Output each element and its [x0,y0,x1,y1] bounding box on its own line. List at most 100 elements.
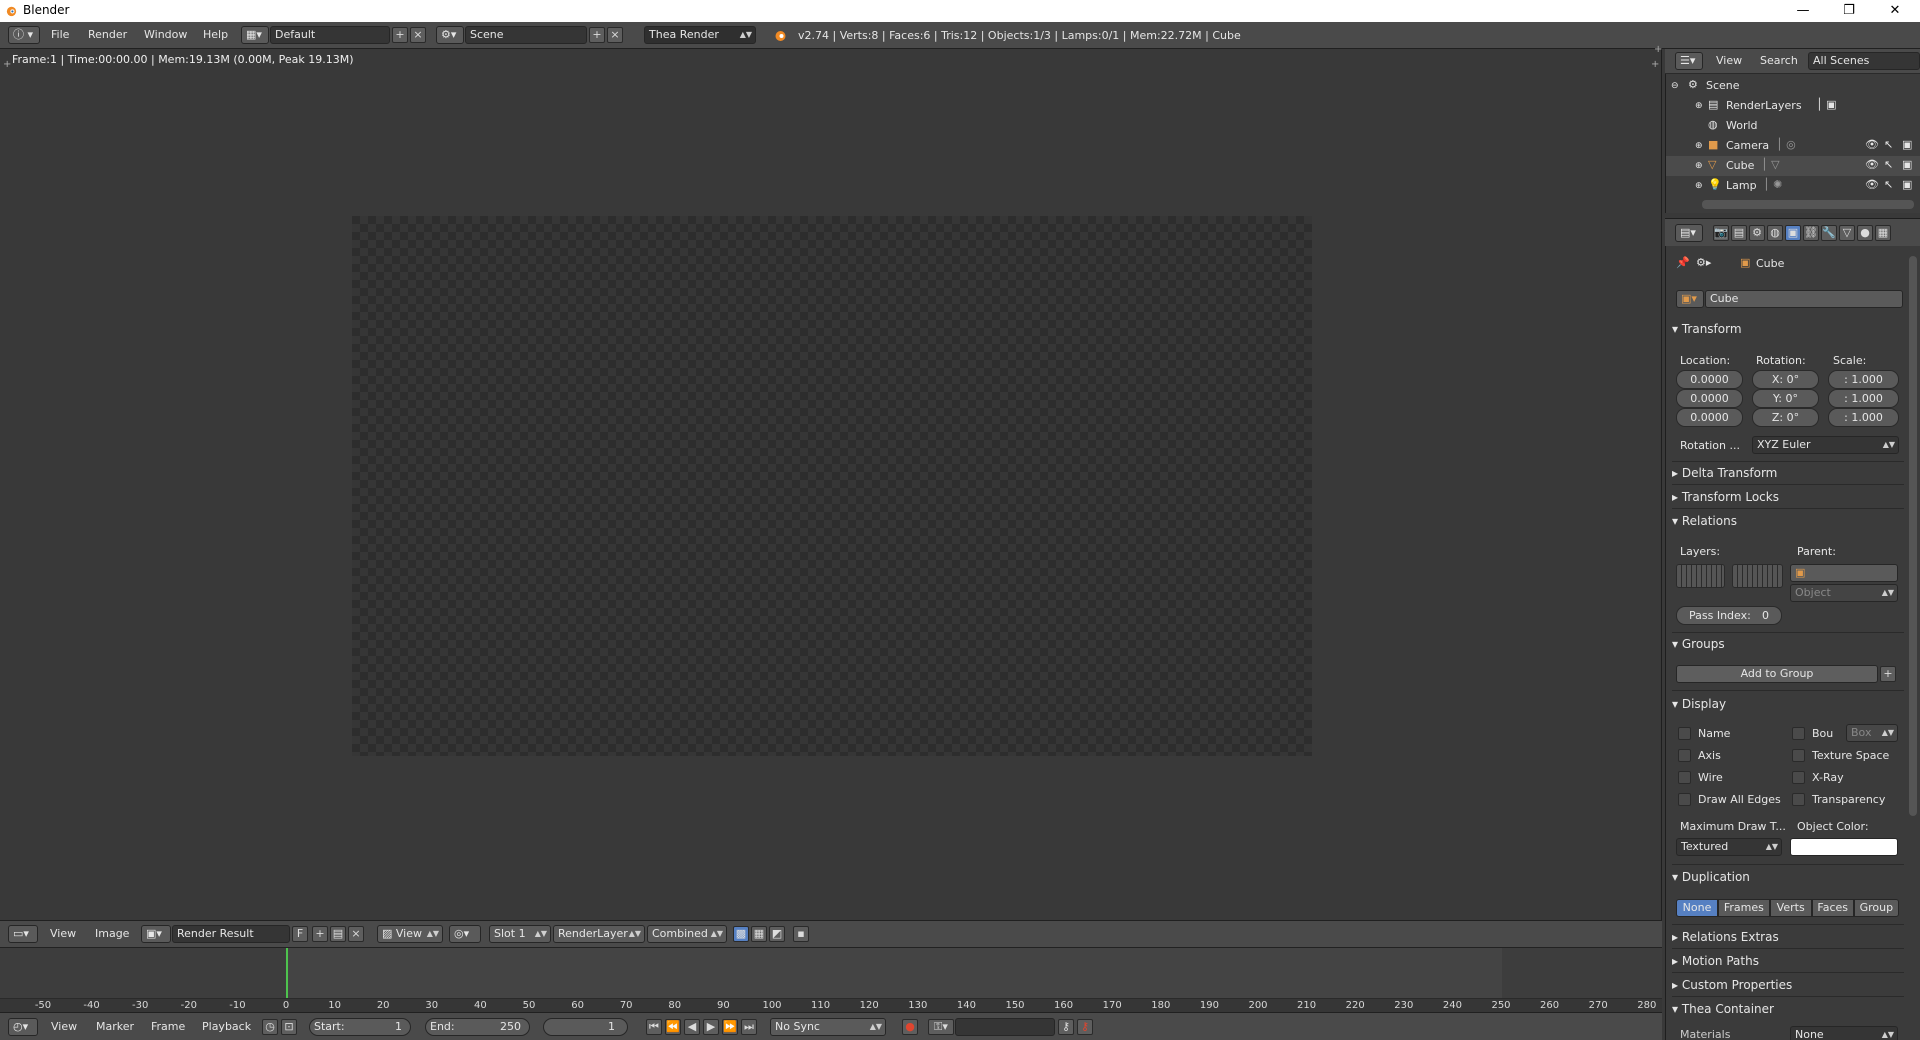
draw-zbuffer-icon[interactable]: ◩ [769,926,785,942]
rotation-mode-dropdown[interactable]: XYZ Euler ▲▼ [1752,436,1899,454]
jump-keyframe-back-icon[interactable]: ⏪ [665,1019,681,1035]
texture-tab-icon[interactable]: ▦ [1875,225,1891,241]
screen-layout-icon-button[interactable]: ▦▾ [241,26,269,44]
transform-locks-panel-header[interactable]: ▸ Transform Locks [1672,490,1779,504]
object-color-swatch[interactable] [1790,838,1898,856]
scale-y-field[interactable]: : 1.000 [1828,389,1899,408]
maximize-button[interactable]: ❐ [1826,0,1872,22]
material-tab-icon[interactable]: ● [1857,225,1873,241]
modifiers-tab-icon[interactable]: 🔧 [1821,225,1837,241]
world-tab-icon[interactable]: ◍ [1767,225,1783,241]
current-frame-field[interactable]: 1 [543,1018,628,1036]
renderable-camera-icon[interactable]: ▣ [1902,138,1912,152]
add-scene-icon[interactable]: + [589,27,605,43]
scene-field[interactable]: Scene [465,26,587,44]
wire-checkbox[interactable] [1678,771,1691,784]
area-split-corner-icon[interactable]: + [3,59,11,70]
scene-icon-button[interactable]: ⚙▾ [436,26,464,44]
area-split-corner-icon-right[interactable]: + [1651,59,1659,70]
end-frame-field[interactable]: End: 250 [425,1018,530,1036]
outliner-row-renderlayers[interactable]: ⊕ ▤ RenderLayers │ ▣ [1666,96,1920,116]
close-button[interactable]: ✕ [1872,0,1918,22]
menu-render[interactable]: Render [88,27,127,43]
display-panel-header[interactable]: ▾ Display [1672,697,1726,711]
parent-field[interactable]: ▣ [1790,564,1898,582]
outliner-row-scene[interactable]: ⊖ ⚙ Scene [1666,76,1920,96]
max-draw-type-dropdown[interactable]: Textured ▲▼ [1676,838,1782,856]
jump-start-icon[interactable]: ⏮ [646,1019,662,1035]
remove-screen-icon[interactable]: × [410,27,426,43]
render-tab-icon[interactable]: 📷 [1713,225,1729,241]
menu-view[interactable]: View [50,926,76,942]
relations-panel-header[interactable]: ▾ Relations [1672,514,1737,528]
menu-window[interactable]: Window [144,27,187,43]
texture-space-checkbox[interactable] [1792,749,1805,762]
groups-panel-header[interactable]: ▾ Groups [1672,637,1725,651]
render-engine-dropdown[interactable]: Thea Render ▲▼ [644,26,756,44]
renderlayers-tab-icon[interactable]: ▤ [1731,225,1747,241]
outliner-scrollbar[interactable] [1702,200,1914,209]
screen-layout-field[interactable]: Default [270,26,390,44]
renderable-camera-icon[interactable]: ▣ [1902,158,1912,172]
expand-icon[interactable]: ⊕ [1695,179,1703,193]
dup-faces-option[interactable]: Faces [1811,899,1854,917]
motion-paths-panel-header[interactable]: ▸ Motion Paths [1672,954,1759,968]
xray-checkbox[interactable] [1792,771,1805,784]
bounds-checkbox[interactable] [1792,727,1805,740]
jump-end-icon[interactable]: ⏭ [741,1019,757,1035]
play-reverse-icon[interactable]: ◀ [684,1019,700,1035]
timeline-menu-marker[interactable]: Marker [96,1019,134,1035]
pin-icon[interactable]: 📌 [1676,256,1690,270]
delta-transform-panel-header[interactable]: ▸ Delta Transform [1672,466,1777,480]
properties-scrollbar[interactable] [1909,256,1917,816]
timeline-editor-type-button[interactable]: ◴▾ [8,1018,38,1036]
dup-frames-option[interactable]: Frames [1718,899,1770,917]
image-name-field[interactable]: Render Result [172,925,290,943]
timeline-menu-frame[interactable]: Frame [151,1019,185,1035]
remove-scene-icon[interactable]: × [607,27,623,43]
thea-materials-dropdown[interactable]: None ▲▼ [1790,1026,1898,1040]
menu-image[interactable]: Image [95,926,129,942]
layers-grid-a[interactable] [1676,564,1725,588]
image-editor-type-button[interactable]: ▭▾ [8,925,38,943]
layers-grid-b[interactable] [1732,564,1783,588]
thea-container-panel-header[interactable]: ▾ Thea Container [1672,1002,1774,1016]
visibility-eye-icon[interactable]: 👁 [1865,178,1879,192]
minimize-button[interactable]: — [1780,0,1826,22]
lock-range-icon[interactable]: ⊡ [281,1019,297,1035]
parent-type-dropdown[interactable]: Object ▲▼ [1790,584,1898,602]
name-checkbox[interactable] [1678,727,1691,740]
insert-keyframe-icon[interactable]: ⚷ [1058,1019,1074,1035]
current-frame-indicator[interactable] [286,948,288,998]
outliner-row-cube[interactable]: ⊕ ▽ Cube │ ▽ 👁 ↖ ▣ [1666,156,1920,176]
editor-type-button[interactable]: ⓘ ▾ [8,26,40,44]
scale-x-field[interactable]: : 1.000 [1828,370,1899,389]
dup-verts-option[interactable]: Verts [1769,899,1812,917]
duplication-panel-header[interactable]: ▾ Duplication [1672,870,1750,884]
timeline-area[interactable]: -50 -40 -30 -20 -10 0 10 20 30 40 50 60 70 80 90 100 110… [0,947,1662,1013]
outliner-row-lamp[interactable]: ⊕ 💡 Lamp │ ✺ 👁 ↖ ▣ [1666,176,1920,196]
add-group-plus-icon[interactable]: + [1880,666,1896,682]
outliner[interactable]: + ⊖ ⚙ Scene ⊕ ▤ RenderLayers │ ▣ ◍ World… [1654,44,1920,213]
expand-icon[interactable]: ⊕ [1695,159,1703,173]
slot-dropdown[interactable]: Slot 1 ▲▼ [489,925,551,943]
auto-keyframe-record-icon[interactable]: ● [902,1019,918,1035]
selectable-cursor-icon[interactable]: ↖ [1884,138,1893,152]
selectable-cursor-icon[interactable]: ↖ [1884,178,1893,192]
object-tab-icon[interactable]: ▣ [1785,225,1801,241]
expand-icon[interactable]: ⊕ [1695,99,1703,113]
pivot-dropdown[interactable]: ◎▾ [449,925,481,943]
object-name-field[interactable]: Cube [1705,290,1903,308]
outliner-corner-icon[interactable]: + [1654,44,1662,55]
open-image-icon[interactable]: ▤ [330,926,346,942]
scene-tab-icon[interactable]: ⚙ [1749,225,1765,241]
visibility-eye-icon[interactable]: 👁 [1865,158,1879,172]
sync-mode-dropdown[interactable]: No Sync ▲▼ [770,1018,886,1036]
custom-properties-panel-header[interactable]: ▸ Custom Properties [1672,978,1792,992]
collapse-icon[interactable]: ⊖ [1671,79,1679,93]
data-tab-icon[interactable]: ▽ [1839,225,1855,241]
keying-set-field[interactable] [955,1018,1055,1036]
menu-help[interactable]: Help [203,27,228,43]
location-z-field[interactable]: 0.0000 [1676,408,1743,427]
render-pass-dropdown[interactable]: Combined ▲▼ [647,925,727,943]
